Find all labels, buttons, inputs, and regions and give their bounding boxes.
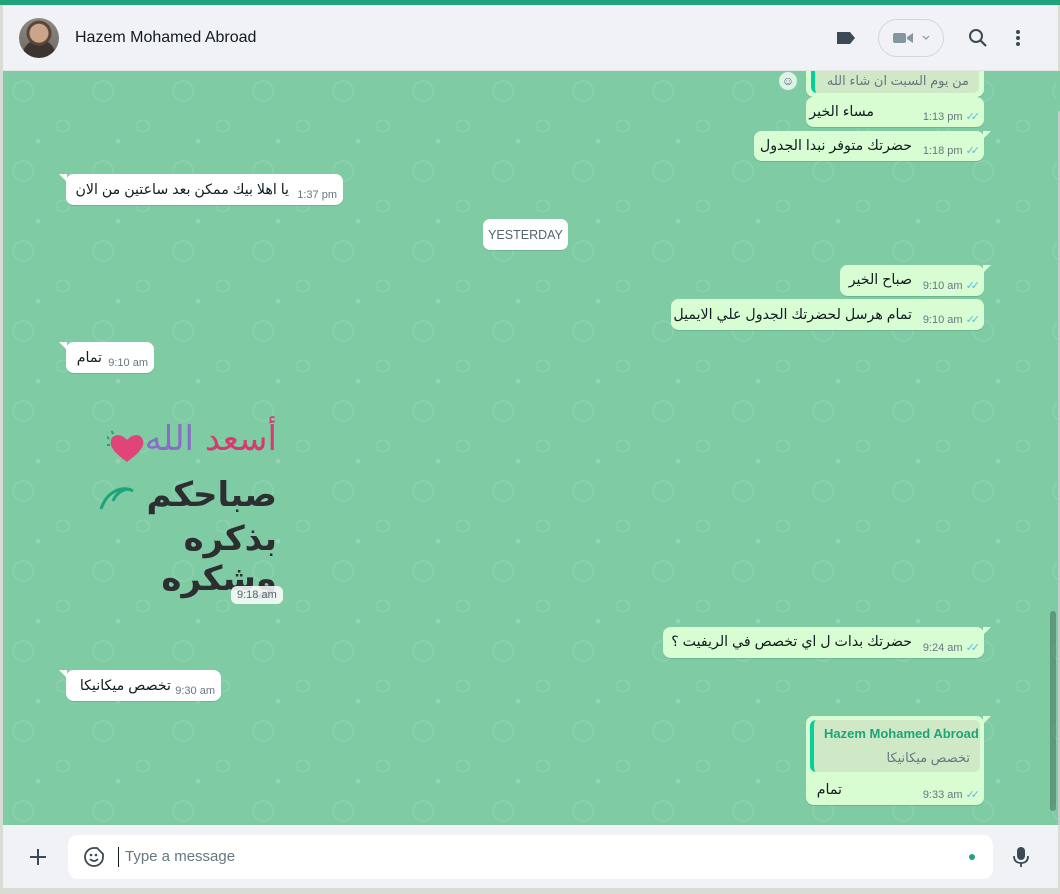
bubble-tail xyxy=(59,174,67,182)
message-input[interactable] xyxy=(118,846,969,867)
message-bubble-out[interactable]: تمام هرسل لحضرتك الجدول علي الايميل 9:10… xyxy=(671,299,984,330)
message-time: 9:10 am xyxy=(922,313,963,326)
message-text: تمام هرسل لحضرتك الجدول علي الايميل xyxy=(673,307,912,323)
chevron-down-icon xyxy=(922,35,930,40)
message-bubble-out[interactable]: حضرتك متوفر نبدا الجدول 1:18 pm ✓✓ xyxy=(754,131,991,161)
read-ticks-icon: ✓✓ xyxy=(965,145,981,157)
message-time: 9:24 am xyxy=(922,641,963,654)
menu-button[interactable] xyxy=(998,18,1038,58)
message-meta: 9:24 am ✓✓ xyxy=(922,641,981,655)
status-dot xyxy=(969,853,975,860)
attach-button[interactable] xyxy=(18,837,58,877)
chat-header: Hazem Mohamed Abroad xyxy=(3,5,1058,71)
search-icon xyxy=(969,28,987,47)
quoted-author: Hazem Mohamed Abroad xyxy=(824,726,979,741)
message-bubble-out[interactable]: حضرتك بدات ل اي تخصص في الريفيت ؟ 9:24 a… xyxy=(663,627,991,658)
message-text: تخصص ميكانيكا xyxy=(79,678,171,694)
avatar[interactable] xyxy=(19,17,59,58)
message-time: 9:18 am xyxy=(231,586,283,604)
message-meta: 1:18 pm ✓✓ xyxy=(922,144,981,158)
message-bubble-out[interactable]: من يوم السبت ان شاء الله xyxy=(806,71,984,97)
message-time: 9:10 am xyxy=(922,279,963,292)
sticker-word: الله xyxy=(144,419,194,459)
video-camera-icon xyxy=(893,32,913,43)
message-meta: 1:37 pm xyxy=(297,189,337,201)
message-bubble-in[interactable]: يا اهلا بيك ممكن بعد ساعتين من الان 1:37… xyxy=(59,174,343,205)
window-scroll-thumb[interactable] xyxy=(1056,71,1060,111)
label-icon xyxy=(837,31,855,44)
quoted-message[interactable]: Hazem Mohamed Abroad تخصص ميكانيكا xyxy=(810,720,980,772)
message-bubble-out[interactable]: مساء الخير 1:13 pm ✓✓ xyxy=(806,97,984,127)
message-text: حضرتك متوفر نبدا الجدول xyxy=(759,138,912,154)
date-divider: YESTERDAY xyxy=(483,219,568,250)
message-meta: 9:10 am xyxy=(108,357,148,369)
plus-icon xyxy=(30,848,46,865)
read-ticks-icon: ✓✓ xyxy=(965,314,981,326)
message-text: تمام xyxy=(76,350,102,366)
bubble-tail xyxy=(983,265,991,273)
message-bubble-out[interactable]: Hazem Mohamed Abroad تخصص ميكانيكا تمام … xyxy=(806,716,991,805)
read-ticks-icon: ✓✓ xyxy=(965,111,981,123)
sticker-message[interactable]: أسعد الله صباحكم بذكره وشكره xyxy=(89,419,289,598)
message-time: 9:30 am xyxy=(175,685,215,697)
video-call-button[interactable] xyxy=(878,18,944,57)
heart-icon xyxy=(107,431,144,462)
message-meta: 1:13 pm ✓✓ xyxy=(922,110,981,124)
message-time: 1:13 pm xyxy=(922,110,963,123)
read-ticks-icon: ✓✓ xyxy=(965,280,981,292)
message-bubble-in[interactable]: تخصص ميكانيكا 9:30 am xyxy=(59,670,221,701)
message-time: 1:37 pm xyxy=(297,189,337,201)
message-text: صباح الخير xyxy=(848,272,912,288)
label-button[interactable] xyxy=(826,18,866,58)
message-bubble-in[interactable]: تمام 9:10 am xyxy=(59,342,154,373)
swirl-icon xyxy=(99,487,134,510)
message-meta: 9:10 am ✓✓ xyxy=(922,313,981,327)
search-button[interactable] xyxy=(958,18,998,58)
quoted-message-text: من يوم السبت ان شاء الله xyxy=(826,73,969,88)
read-ticks-icon: ✓✓ xyxy=(965,642,981,654)
quoted-message-text: تخصص ميكانيكا xyxy=(886,750,970,765)
microphone-icon xyxy=(1013,846,1029,867)
bubble-tail xyxy=(59,670,67,678)
message-time: 9:10 am xyxy=(108,357,148,369)
message-bubble-out[interactable]: صباح الخير 9:10 am ✓✓ xyxy=(840,265,991,296)
message-time: 1:18 pm xyxy=(922,144,963,157)
message-meta: 9:30 am xyxy=(175,685,215,697)
chat-scrollbar[interactable] xyxy=(1050,611,1056,811)
emoji-reaction-icon[interactable]: ☺ xyxy=(779,72,797,90)
bubble-tail xyxy=(983,716,991,724)
composer-bar xyxy=(3,825,1058,888)
message-text: يا اهلا بيك ممكن بعد ساعتين من الان xyxy=(75,182,289,198)
emoji-button[interactable] xyxy=(74,837,114,877)
message-time: 9:33 am xyxy=(922,788,963,801)
message-meta: 9:10 am ✓✓ xyxy=(922,279,981,293)
sticker-text-line1: أسعد الله xyxy=(145,419,277,459)
message-text: حضرتك بدات ل اي تخصص في الريفيت ؟ xyxy=(671,634,912,650)
header-actions xyxy=(826,18,1038,58)
bubble-tail xyxy=(983,627,991,635)
contact-name[interactable]: Hazem Mohamed Abroad xyxy=(75,29,256,47)
message-composer xyxy=(68,834,993,879)
message-text: مساء الخير xyxy=(809,104,874,120)
message-meta: 9:33 am ✓✓ xyxy=(922,788,981,802)
bubble-tail xyxy=(59,342,67,350)
bubble-tail xyxy=(983,131,991,139)
window-bottom-edge xyxy=(0,888,1060,894)
voice-message-button[interactable] xyxy=(1001,837,1041,877)
quoted-message[interactable]: من يوم السبت ان شاء الله xyxy=(811,71,979,93)
chat-area[interactable]: من يوم السبت ان شاء الله ☺ مساء الخير 1:… xyxy=(3,71,1058,825)
read-ticks-icon: ✓✓ xyxy=(965,789,981,801)
message-text: تمام xyxy=(816,782,842,798)
sticker-text-line2: صباحكم xyxy=(146,476,277,514)
sticker-emoji-icon xyxy=(84,846,104,867)
menu-dots-icon xyxy=(1016,29,1020,46)
sticker-word: أسعد xyxy=(204,419,277,459)
